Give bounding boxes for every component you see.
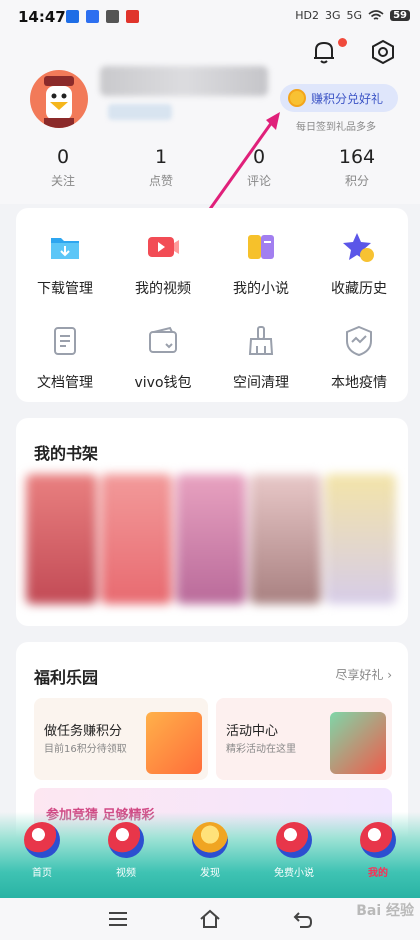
watermark: Bai 经验 [356,903,414,919]
stat-label: 关注 [50,174,75,188]
stat-comments[interactable]: 0 评论 [210,146,308,189]
grid-item-my-video[interactable]: 我的视频 [114,230,212,298]
grid-item-label: 下载管理 [37,281,93,297]
bottom-tab-bar: 首页 视频 发现 免费小说 我的 [0,812,420,898]
tab-video[interactable]: 视频 [84,822,168,879]
stat-label: 评论 [246,174,271,188]
stat-points[interactable]: 164 积分 [308,146,406,189]
football-player-icon [276,822,312,858]
activity-tile-subtitle: 精彩活动在这里 [226,744,296,755]
grid-item-wallet[interactable]: vivo钱包 [114,324,212,392]
grid-item-label: 我的视频 [135,281,191,297]
stat-value: 0 [252,146,266,168]
grid-item-label: 收藏历史 [331,281,387,297]
grid-item-favorites-history[interactable]: 收藏历史 [310,230,408,298]
download-folder-icon [51,238,79,259]
book-cover[interactable] [175,474,247,604]
bookshelf-card: 我的书架 [16,418,408,626]
welfare-title: 福利乐园 [34,668,99,687]
book-icon [248,235,274,259]
football-player-icon [360,822,396,858]
stat-label: 积分 [344,174,369,188]
activity-tile-title: 活动中心 [226,724,279,739]
task-tile-title: 做任务赚积分 [44,724,123,739]
welfare-more-label: 尽享好礼 [335,668,384,682]
grid-item-label: 本地疫情 [331,375,387,391]
grid-item-download[interactable]: 下载管理 [16,230,114,298]
task-tile-subtitle: 目前16积分待领取 [44,744,127,755]
chevron-right-icon: › [387,668,392,682]
video-play-icon [148,237,179,257]
tab-label: 免费小说 [274,868,314,879]
tab-home[interactable]: 首页 [0,822,84,879]
wallet-icon [149,326,177,353]
stat-value: 1 [154,146,168,168]
star-icon [343,233,374,262]
red-envelope-icon [330,712,386,774]
book-cover[interactable] [100,474,172,604]
tab-label: 视频 [116,868,136,879]
grid-item-storage-clean[interactable]: 空间清理 [212,324,310,392]
gift-box-icon [146,712,202,774]
stat-value: 164 [338,146,376,168]
stats-row: 0 关注 1 点赞 0 评论 164 积分 [14,146,406,189]
trophy-icon [192,822,228,858]
tab-label: 我的 [368,868,388,879]
tab-discover[interactable]: 发现 [168,822,252,879]
stat-following[interactable]: 0 关注 [14,146,112,189]
stat-likes[interactable]: 1 点赞 [112,146,210,189]
football-player-icon [108,822,144,858]
welfare-more-link[interactable]: 尽享好礼 › [335,666,392,683]
back-icon[interactable] [292,908,314,930]
grid-item-label: 文档管理 [37,375,93,391]
grid-item-label: vivo钱包 [134,375,192,391]
broom-icon [248,326,274,355]
menu-icon[interactable] [107,908,129,930]
book-cover[interactable] [26,474,97,604]
tab-label: 发现 [200,868,220,879]
grid-item-label: 空间清理 [233,375,289,391]
bookshelf-title: 我的书架 [34,444,99,463]
tab-free-novel[interactable]: 免费小说 [252,822,336,879]
home-icon[interactable] [199,908,221,930]
shield-icon [346,325,372,357]
bookshelf-items-blurred[interactable] [26,474,396,604]
grid-item-label: 我的小说 [233,281,289,297]
stat-value: 0 [56,146,70,168]
grid-item-documents[interactable]: 文档管理 [16,324,114,392]
document-icon [54,327,76,355]
feature-grid-card: 下载管理 我的视频 我的小说 收藏历史 文档管理 vivo钱包 空间清理 本地疫… [16,208,408,402]
book-cover[interactable] [325,474,396,604]
grid-item-my-novel[interactable]: 我的小说 [212,230,310,298]
tab-label: 首页 [32,868,52,879]
grid-item-local-epidemic[interactable]: 本地疫情 [310,324,408,392]
book-cover[interactable] [250,474,322,604]
task-points-tile[interactable]: 做任务赚积分 目前16积分待领取 [34,698,208,780]
football-player-icon [24,822,60,858]
tab-mine[interactable]: 我的 [336,822,420,879]
stat-label: 点赞 [148,174,173,188]
activity-center-tile[interactable]: 活动中心 精彩活动在这里 [216,698,392,780]
